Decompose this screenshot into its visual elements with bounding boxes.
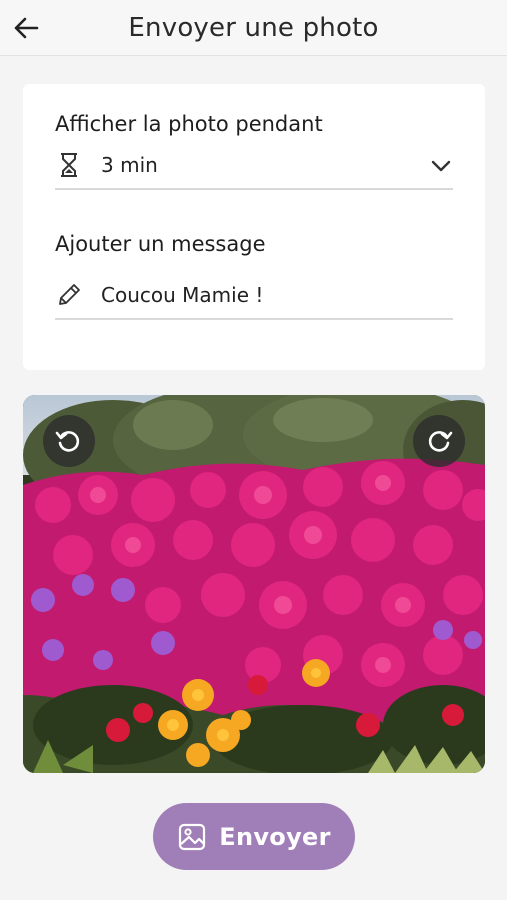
message-label: Ajouter un message	[55, 232, 266, 256]
rotate-left-button[interactable]	[43, 415, 95, 467]
page-title: Envoyer une photo	[128, 13, 379, 43]
send-button[interactable]: Envoyer	[153, 803, 355, 870]
duration-value: 3 min	[101, 153, 158, 177]
options-card: Afficher la photo pendant 3 min Ajouter …	[23, 84, 485, 370]
photo-preview	[23, 395, 485, 773]
image-icon	[179, 823, 206, 850]
message-field[interactable]: Coucou Mamie !	[55, 272, 453, 320]
duration-label: Afficher la photo pendant	[55, 112, 323, 136]
duration-select[interactable]: 3 min	[55, 142, 453, 190]
rotate-right-icon	[428, 431, 453, 452]
pencil-icon	[55, 281, 83, 309]
rotate-left-icon	[55, 431, 80, 452]
chevron-down-icon	[431, 160, 451, 172]
app-header: Envoyer une photo	[0, 0, 507, 56]
rotate-right-button[interactable]	[413, 415, 465, 467]
send-button-label: Envoyer	[219, 822, 331, 851]
hourglass-icon	[55, 151, 83, 179]
message-value: Coucou Mamie !	[101, 283, 264, 307]
